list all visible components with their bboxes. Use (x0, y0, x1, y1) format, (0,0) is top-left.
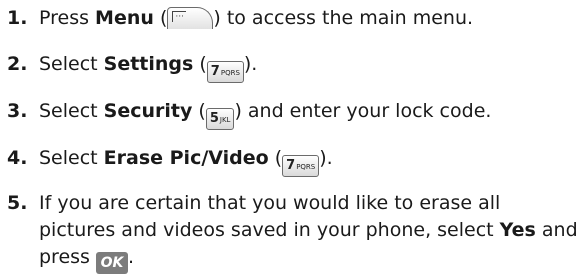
step-number: 2. (7, 53, 28, 75)
step-keyword: Erase Pic/Video (103, 147, 269, 169)
key-letters: PQRS (296, 163, 316, 171)
key-7-pqrs-icon: 7PQRS (206, 61, 244, 83)
step-text: Select Settings (7PQRS). (39, 46, 257, 83)
key-letters: JKL (219, 116, 231, 124)
step-text: Select Security (5JKL) and enter your lo… (39, 93, 491, 130)
step-keyword: Menu (95, 7, 154, 29)
step-text-after: and (535, 219, 578, 241)
step-text-before: Select (39, 147, 104, 169)
step-text-before: Select (39, 100, 104, 122)
instruction-steps: 1. Press Menu (···) to access the main m… (0, 0, 578, 275)
step-text: Press Menu (···) to access the main menu… (39, 7, 474, 29)
ok-key-icon: OK (96, 252, 128, 274)
step-text-before: press (39, 246, 90, 268)
step-number: 1. (7, 7, 28, 29)
step-number: 3. (7, 100, 28, 122)
key-digit: 7 (210, 64, 220, 79)
step-keyword: Yes (499, 219, 536, 241)
step-number: 4. (7, 147, 28, 169)
key-letters: PQRS (220, 69, 240, 77)
key-digit: 5 (209, 111, 219, 126)
step-text-after: to access the main menu. (220, 7, 474, 29)
step-text-after: and enter your lock code. (241, 100, 492, 122)
key-7-pqrs-icon: 7PQRS (282, 155, 320, 177)
step-text-before: Select (39, 53, 104, 75)
step-text-line-3: press OK. (39, 239, 134, 275)
step-keyword: Settings (103, 53, 194, 75)
key-5-jkl-icon: 5JKL (205, 108, 235, 130)
step-keyword: Security (103, 100, 193, 122)
step-text-before: pictures and videos saved in your phone,… (39, 219, 500, 241)
key-digit: 7 (286, 158, 296, 173)
menu-softkey-icon: ··· (167, 7, 214, 29)
step-text: Select Erase Pic/Video (7PQRS). (39, 140, 333, 177)
step-text-before: Press (39, 7, 96, 29)
step-number: 5. (7, 192, 28, 214)
step-5: 5. If you are certain that you would lik… (0, 185, 578, 275)
